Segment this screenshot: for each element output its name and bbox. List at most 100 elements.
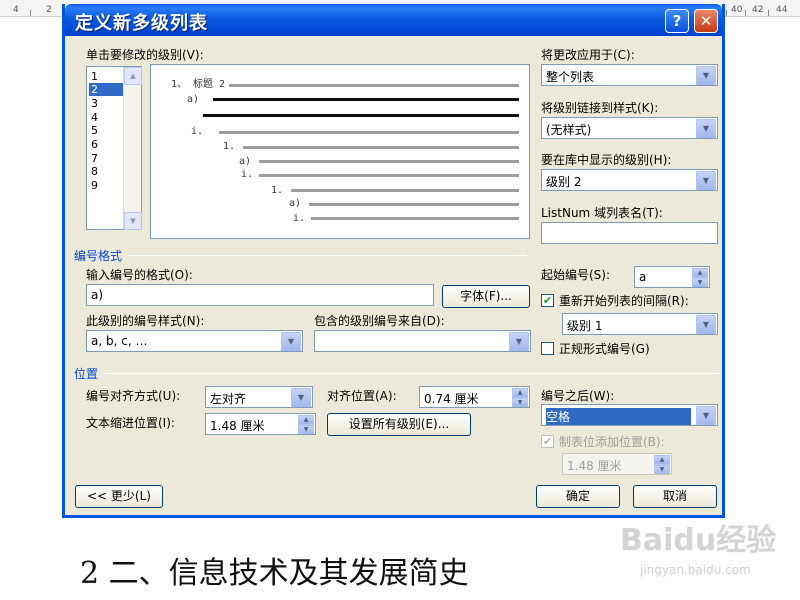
level-item[interactable]: 7: [89, 152, 123, 165]
ok-button[interactable]: 确定: [536, 485, 620, 508]
preview-line: [309, 203, 519, 206]
link-style-label: 将级别链接到样式(K):: [541, 101, 659, 115]
preview-number: i.: [293, 213, 306, 224]
tab-stop-label: 制表位添加位置(B):: [559, 435, 665, 449]
start-at-spinner[interactable]: a ▲ ▼: [634, 266, 710, 288]
restart-level-select[interactable]: 级别 1 ▼: [562, 313, 718, 335]
preview-line: [259, 160, 519, 163]
level-item[interactable]: 6: [89, 138, 123, 151]
start-at-value: a: [639, 270, 647, 284]
listnum-input[interactable]: [541, 222, 718, 244]
preview-number: 1.: [223, 141, 236, 152]
tab-stop-spinner[interactable]: 1.48 厘米 ▲ ▼: [562, 453, 672, 475]
level-item[interactable]: 8: [89, 165, 123, 178]
apply-to-select[interactable]: 整个列表 ▼: [541, 64, 718, 86]
level-item[interactable]: 9: [89, 179, 123, 192]
chevron-down-icon[interactable]: ▼: [696, 315, 716, 334]
spinner-arrows-icon[interactable]: ▲ ▼: [654, 455, 670, 474]
watermark-url: jingyan.baidu.com: [640, 563, 751, 577]
link-style-select[interactable]: (无样式) ▼: [541, 117, 718, 139]
preview-number: a): [187, 94, 200, 105]
preview-number: a): [289, 198, 302, 209]
ruler-tick: 40: [731, 5, 743, 15]
preview-number: a): [239, 156, 252, 167]
preview-line: [219, 131, 519, 134]
include-level-label: 包含的级别编号来自(D):: [314, 314, 445, 328]
section-divider: [104, 373, 722, 374]
level-item-selected[interactable]: 2: [89, 83, 123, 96]
font-button[interactable]: 字体(F)...: [442, 285, 530, 308]
chevron-down-icon[interactable]: ▼: [696, 171, 716, 190]
number-format-section: 编号格式: [74, 249, 123, 263]
preview-line: [203, 114, 519, 117]
less-button[interactable]: << 更少(L): [75, 485, 163, 508]
link-style-value: (无样式): [546, 123, 592, 137]
chevron-down-icon[interactable]: ▼: [696, 406, 716, 425]
preview-number: 1、 标题 2: [171, 79, 226, 90]
gallery-level-label: 要在库中显示的级别(H):: [541, 153, 672, 167]
level-item[interactable]: 5: [89, 124, 123, 137]
alignment-value: 左对齐: [210, 392, 247, 406]
follow-number-label: 编号之后(W):: [541, 389, 615, 403]
level-item[interactable]: 4: [89, 111, 123, 124]
apply-to-value: 整个列表: [546, 70, 595, 84]
indent-label: 文本缩进位置(I):: [86, 416, 175, 430]
chevron-down-icon[interactable]: ▼: [291, 388, 311, 407]
scroll-down-icon[interactable]: ▼: [124, 212, 142, 230]
preview-line: [259, 174, 519, 177]
format-label: 输入编号的格式(O):: [86, 268, 193, 282]
ruler-tick: 42: [752, 5, 764, 15]
spinner-arrows-icon[interactable]: ▲ ▼: [512, 388, 528, 407]
legal-style-label: 正规形式编号(G): [559, 342, 650, 356]
help-button[interactable]: ?: [665, 9, 689, 33]
position-section: 位置: [74, 367, 99, 381]
gallery-level-value: 级别 2: [546, 175, 582, 189]
chevron-down-icon[interactable]: ▼: [696, 119, 716, 138]
scroll-up-icon[interactable]: ▲: [124, 67, 142, 85]
preview-number: i.: [241, 169, 254, 180]
restart-label: 重新开始列表的间隔(R):: [559, 294, 689, 308]
slide-caption: 2 二、信息技术及其发展简史: [80, 556, 469, 591]
spinner-arrows-icon[interactable]: ▲ ▼: [298, 415, 314, 434]
restart-level-value: 级别 1: [567, 319, 603, 333]
number-style-value: a, b, c, …: [91, 334, 148, 348]
follow-number-value: 空格: [546, 408, 691, 425]
cancel-button[interactable]: 取消: [633, 485, 717, 508]
chevron-down-icon[interactable]: ▼: [696, 66, 716, 85]
tab-stop-value: 1.48 厘米: [567, 459, 622, 473]
spinner-arrows-icon[interactable]: ▲ ▼: [692, 268, 708, 287]
follow-number-select[interactable]: 空格 ▼: [541, 404, 718, 426]
aligned-at-spinner[interactable]: 0.74 厘米 ▲ ▼: [419, 386, 530, 408]
ruler-tick: 44: [776, 5, 788, 15]
restart-checkbox[interactable]: ✔: [541, 294, 554, 307]
chevron-down-icon[interactable]: ▼: [509, 332, 529, 351]
level-item[interactable]: 1: [89, 70, 123, 83]
define-multilevel-list-dialog: 定义新多级列表 ? ✕ 单击要修改的级别(V): 1 2 3 4 5 6 7 8…: [62, 4, 725, 518]
preview-line: [229, 84, 519, 87]
indent-spinner[interactable]: 1.48 厘米 ▲ ▼: [205, 413, 316, 435]
alignment-select[interactable]: 左对齐 ▼: [205, 386, 313, 408]
number-format-input[interactable]: a): [86, 284, 434, 306]
level-list[interactable]: 1 2 3 4 5 6 7 8 9 ▲ ▼: [86, 66, 142, 230]
level-list-scrollbar[interactable]: ▲ ▼: [123, 67, 142, 230]
tab-stop-checkbox[interactable]: ✔: [541, 435, 554, 448]
select-level-label: 单击要修改的级别(V):: [86, 48, 204, 62]
gallery-level-select[interactable]: 级别 2 ▼: [541, 169, 718, 191]
preview-line: [213, 98, 519, 101]
level-item[interactable]: 3: [89, 97, 123, 110]
dialog-title-bar[interactable]: 定义新多级列表 ? ✕: [65, 4, 722, 36]
chevron-down-icon[interactable]: ▼: [281, 332, 301, 351]
legal-style-checkbox[interactable]: [541, 342, 554, 355]
ruler-tick: 4: [13, 5, 19, 15]
watermark-logo: Baidu经验: [620, 523, 777, 558]
include-level-select[interactable]: ▼: [314, 330, 531, 352]
alignment-label: 编号对齐方式(U):: [86, 389, 181, 403]
preview-line: [243, 146, 519, 149]
list-preview: 1、 标题 2 a) i. 1. a) i. 1. a) i.: [150, 64, 530, 239]
ruler-tick: 2: [46, 5, 52, 15]
start-at-label: 起始编号(S):: [541, 268, 611, 282]
number-style-select[interactable]: a, b, c, … ▼: [86, 330, 303, 352]
close-button[interactable]: ✕: [694, 9, 718, 33]
preview-line: [291, 189, 519, 192]
set-all-levels-button[interactable]: 设置所有级别(E)...: [327, 413, 471, 436]
